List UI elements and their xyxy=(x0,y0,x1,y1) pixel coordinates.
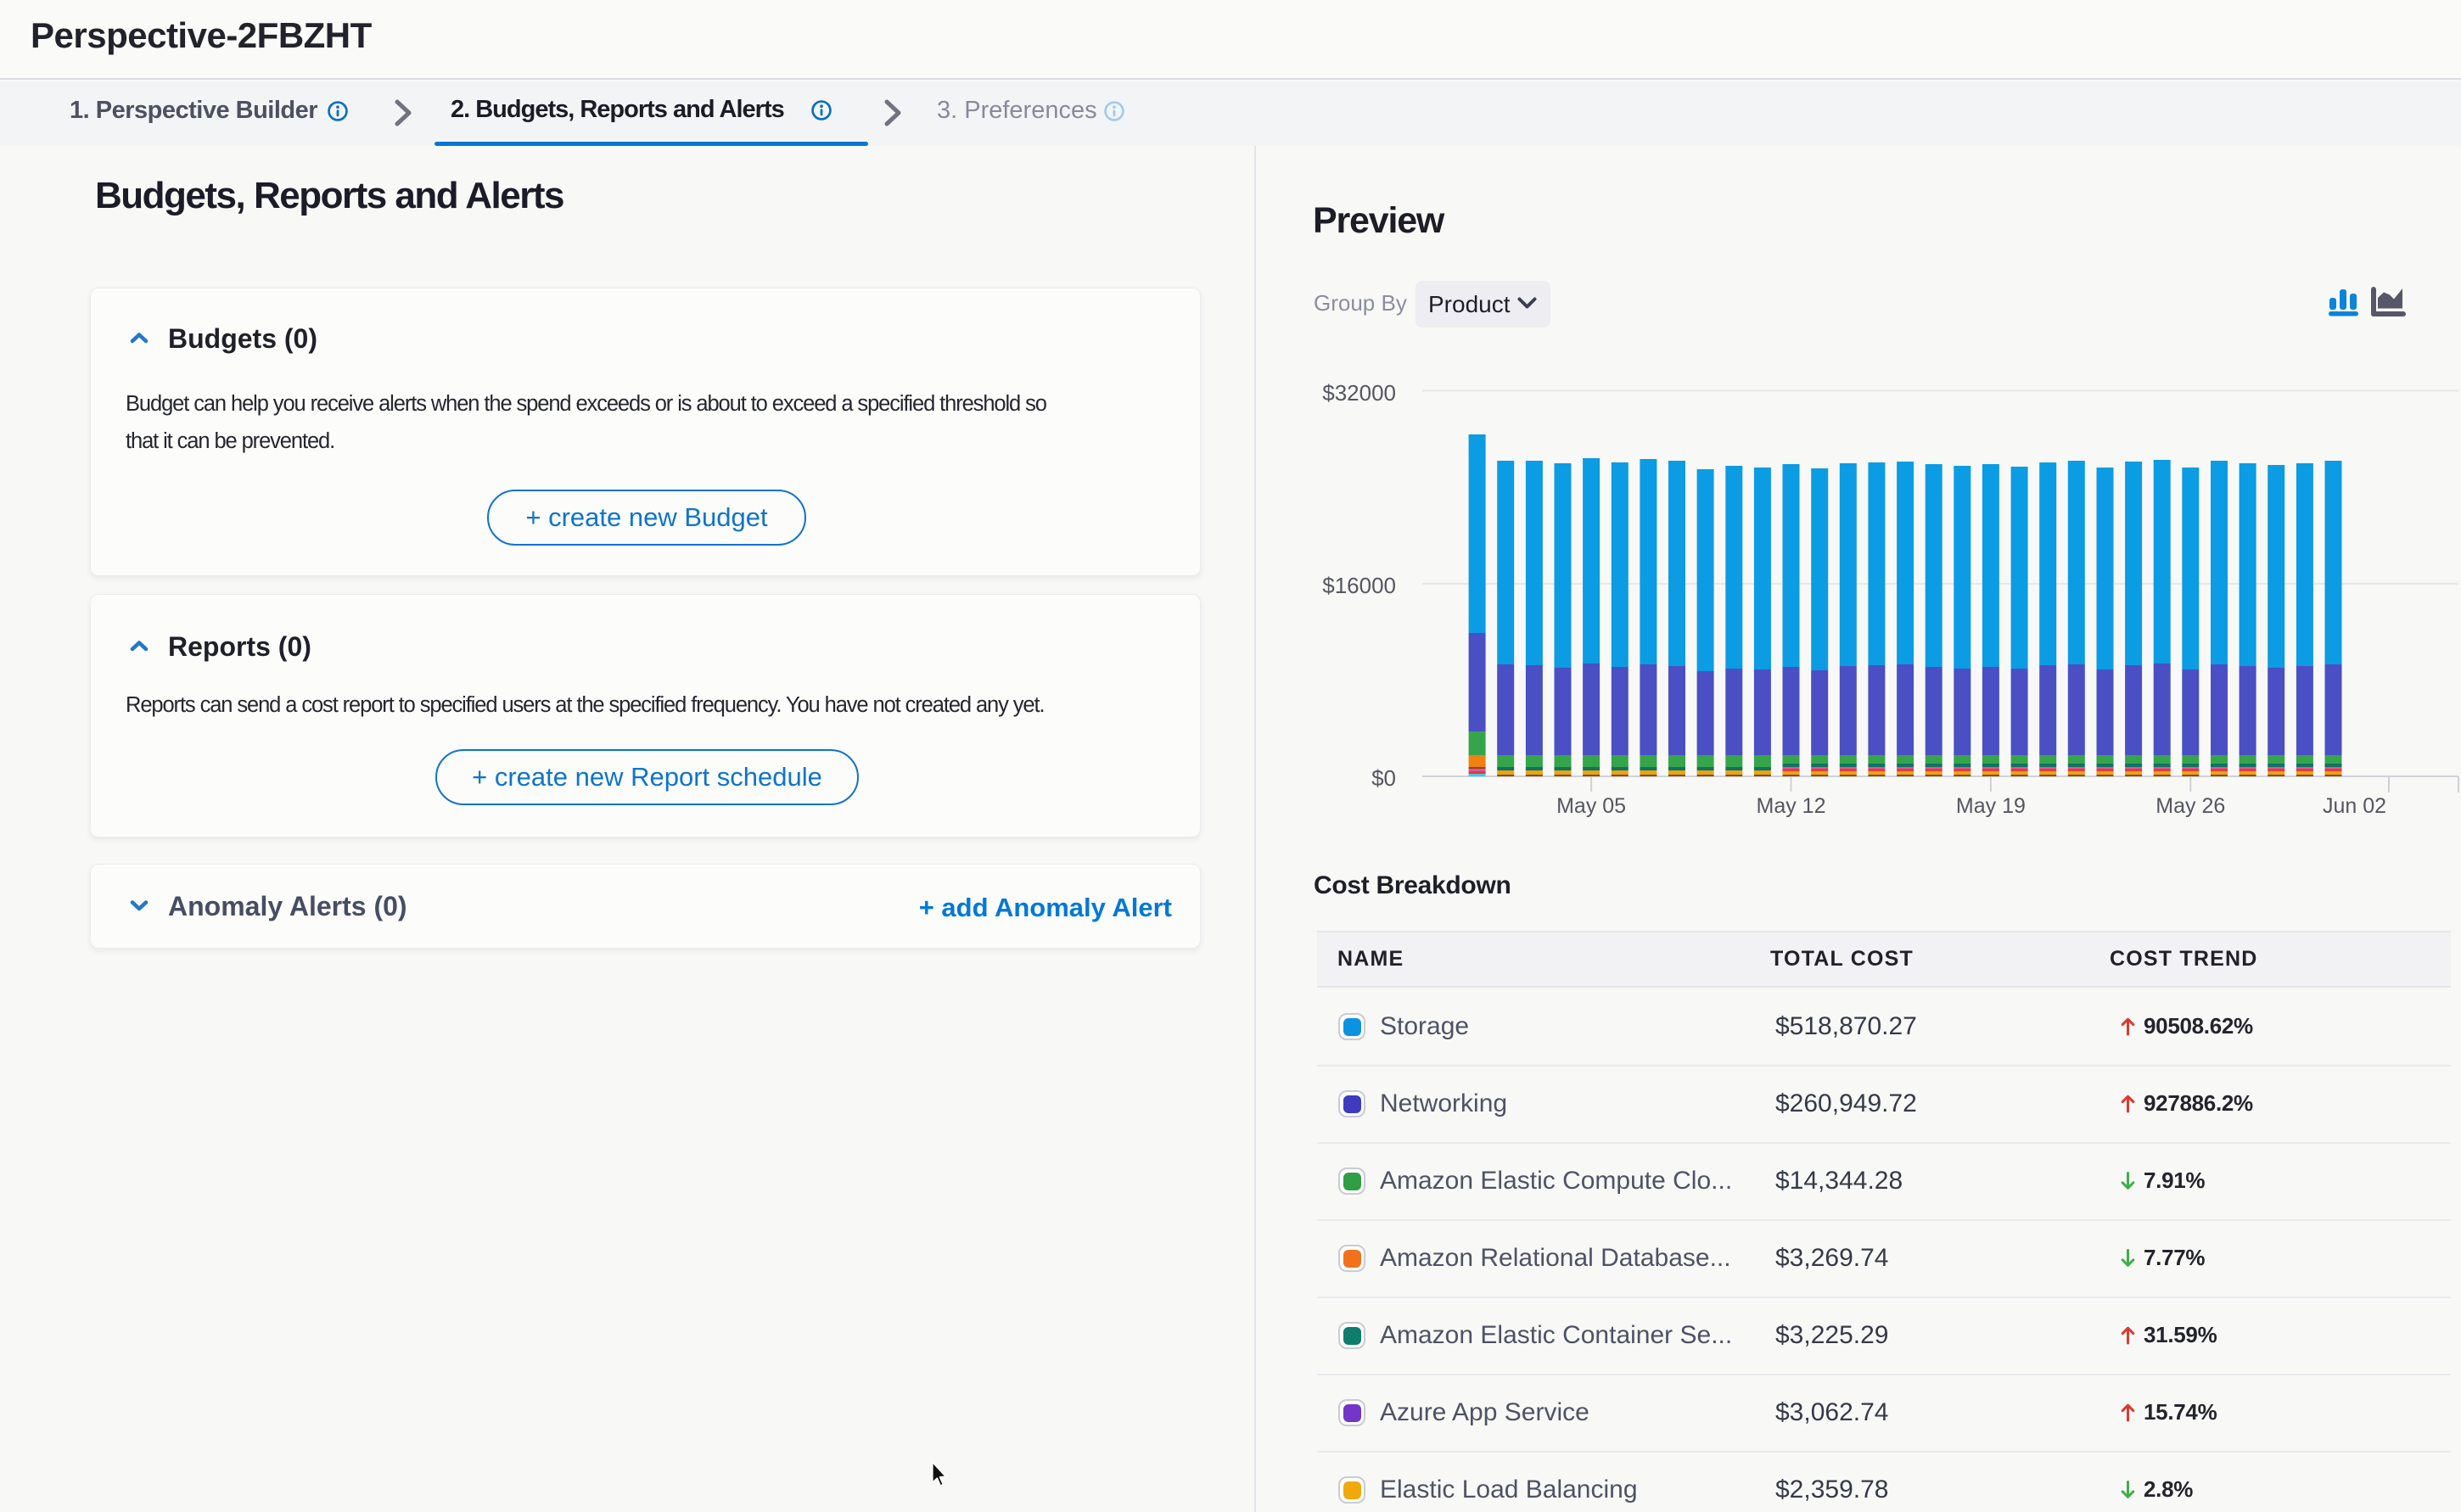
svg-text:$32000: $32000 xyxy=(1322,380,1396,406)
svg-text:May 12: May 12 xyxy=(1757,794,1826,818)
svg-text:$16000: $16000 xyxy=(1322,573,1396,598)
svg-text:May 05: May 05 xyxy=(1556,794,1626,818)
svg-text:$0: $0 xyxy=(1371,765,1396,791)
svg-text:Jun 02: Jun 02 xyxy=(2323,794,2386,818)
svg-text:May 19: May 19 xyxy=(1956,794,2026,818)
svg-text:May 26: May 26 xyxy=(2155,794,2225,818)
